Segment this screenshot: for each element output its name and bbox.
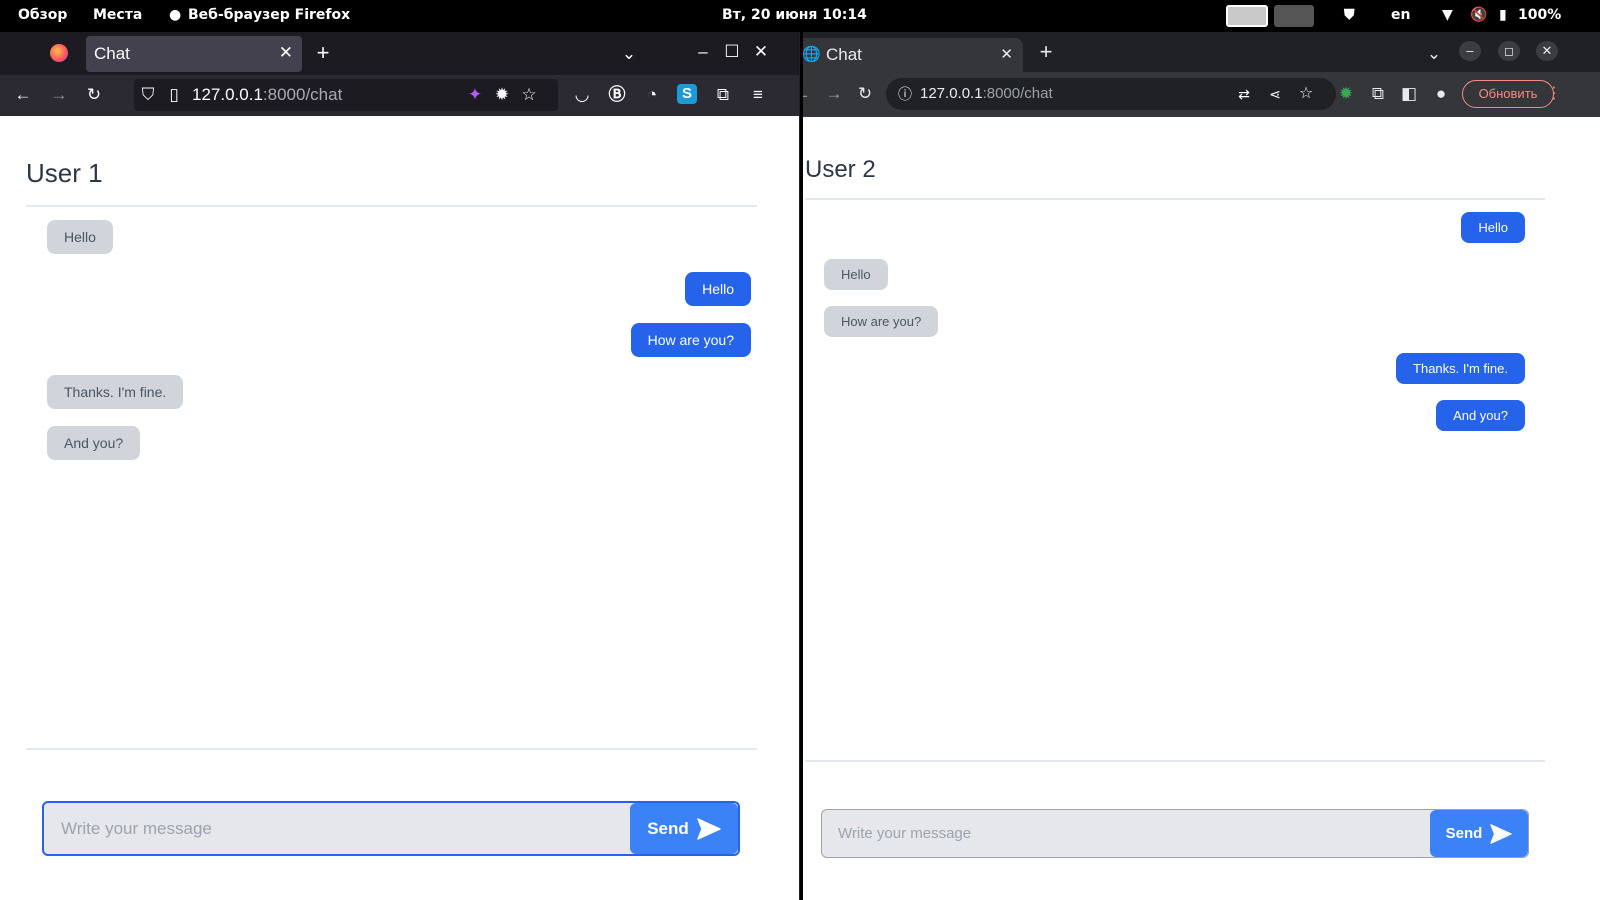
- message-bubble-incoming: Thanks. I'm fine.: [47, 374, 184, 409]
- page-title: User 2: [805, 156, 876, 183]
- globe-icon: 🌐: [803, 46, 821, 63]
- minimize-icon[interactable]: –: [1459, 41, 1481, 61]
- workspace-indicator[interactable]: [1274, 5, 1314, 27]
- message-bubble-outgoing: And you?: [1436, 400, 1525, 431]
- minimize-icon[interactable]: –: [692, 42, 714, 62]
- new-tab-icon[interactable]: +: [312, 42, 334, 64]
- puzzle-icon[interactable]: ⧉: [712, 85, 734, 105]
- shield-icon[interactable]: ⛊: [1344, 7, 1355, 23]
- active-app-menu[interactable]: Веб-браузер Firefox: [188, 7, 350, 23]
- close-window-icon[interactable]: ✕: [750, 42, 772, 62]
- back-icon[interactable]: ←: [12, 85, 34, 105]
- send-arrow-icon: [697, 817, 721, 840]
- reload-icon[interactable]: ↻: [854, 84, 876, 104]
- new-tab-icon[interactable]: +: [1035, 41, 1057, 63]
- puzzle-icon[interactable]: ⧉: [1367, 84, 1389, 104]
- send-label: Send: [1445, 825, 1483, 842]
- wifi-icon[interactable]: ▼: [1442, 7, 1453, 23]
- tab-title: Chat: [94, 44, 130, 63]
- side-panel-icon[interactable]: ◧: [1398, 84, 1420, 104]
- keyboard-layout[interactable]: en: [1391, 7, 1410, 23]
- profile-avatar-icon[interactable]: ●: [1430, 84, 1452, 104]
- chat-page-user2: User 2 Hello Hello How are you? Thanks. I'm…: [803, 117, 1600, 900]
- message-bubble-incoming: Hello: [47, 220, 113, 254]
- mute-icon[interactable]: 🔇: [1470, 7, 1487, 23]
- overview-button[interactable]: Обзор: [18, 7, 67, 23]
- firefox-tab-strip: Chat ✕ + ⌄ – ☐ ✕: [0, 32, 799, 75]
- message-input[interactable]: [822, 810, 1430, 857]
- close-tab-icon[interactable]: ✕: [1000, 45, 1013, 63]
- share-icon[interactable]: ⋖: [1264, 84, 1286, 104]
- send-arrow-icon: [1490, 823, 1513, 844]
- message-bubble-outgoing: How are you?: [630, 323, 751, 357]
- message-form: Send: [42, 801, 740, 856]
- tab-search-icon[interactable]: ⌄: [1423, 44, 1445, 64]
- workspace-indicator-active[interactable]: [1226, 5, 1268, 27]
- chat-page-user1: User 1 Hello Hello How are you? Thanks. I'm…: [0, 116, 799, 900]
- update-button[interactable]: Обновить: [1462, 80, 1554, 108]
- firefox-app-icon: ●: [169, 7, 182, 23]
- chrome-tab-strip: 🌐 Chat ✕ + ⌄ – ◻ ✕: [803, 32, 1600, 72]
- close-window-icon[interactable]: ✕: [1536, 41, 1558, 61]
- bookmark-star-icon[interactable]: ☆: [518, 85, 540, 105]
- clock[interactable]: Вт, 20 июня 10:14: [722, 7, 867, 23]
- forward-icon[interactable]: →: [48, 85, 70, 105]
- extension-bug-icon[interactable]: ✹: [1335, 84, 1357, 104]
- send-label: Send: [647, 818, 689, 838]
- maximize-icon[interactable]: ◻: [1498, 41, 1520, 61]
- pocket-icon[interactable]: ◡: [571, 85, 593, 105]
- bookmark-star-icon[interactable]: ☆: [1295, 84, 1317, 104]
- menu-icon[interactable]: ≡: [747, 85, 769, 105]
- chevron-down-icon[interactable]: ⌄: [618, 44, 640, 64]
- title-divider: [26, 205, 757, 207]
- kebab-menu-icon[interactable]: ⋮: [1543, 84, 1565, 104]
- chrome-tab-active[interactable]: 🌐 Chat ✕: [803, 38, 1023, 72]
- message-bubble-incoming: And you?: [47, 426, 141, 460]
- url-bar[interactable]: ⓘ 127.0.0.1:8000/chat ⇄ ⋖ ☆: [886, 78, 1336, 110]
- send-button[interactable]: Send: [1430, 810, 1528, 857]
- firefox-logo-icon[interactable]: [50, 44, 68, 62]
- footer-divider: [26, 748, 757, 750]
- page-title: User 1: [26, 158, 103, 188]
- firefox-nav-bar: ← → ↻ ⛉ ▯ 127.0.0.1:8000/chat ✦ ✹ ☆ ◡ Ⓑ …: [0, 75, 799, 116]
- battery-level: 100%: [1518, 7, 1562, 23]
- back-icon[interactable]: ←: [803, 84, 813, 104]
- maximize-icon[interactable]: ☐: [721, 42, 743, 62]
- page-icon[interactable]: ▯: [163, 85, 185, 105]
- message-input[interactable]: [44, 803, 634, 854]
- message-bubble-outgoing: Thanks. I'm fine.: [1396, 353, 1525, 384]
- system-top-bar: Обзор Места ● Веб-браузер Firefox Вт, 20…: [0, 0, 1600, 32]
- tab-title: Chat: [826, 45, 862, 64]
- extension-icon[interactable]: ✦: [464, 85, 486, 105]
- chrome-nav-bar: ← → ↻ ⓘ 127.0.0.1:8000/chat ⇄ ⋖ ☆ ✹ ⧉ ◧ …: [803, 72, 1600, 117]
- message-bubble-incoming: Hello: [824, 259, 888, 290]
- send-button[interactable]: Send: [630, 803, 738, 854]
- places-menu[interactable]: Места: [93, 7, 142, 23]
- url-text[interactable]: 127.0.0.1:8000/chat: [920, 85, 1053, 102]
- message-form: Send: [821, 809, 1529, 858]
- message-bubble-outgoing: Hello: [685, 271, 751, 306]
- reload-icon[interactable]: ↻: [83, 85, 105, 105]
- url-text[interactable]: 127.0.0.1:8000/chat: [192, 85, 342, 105]
- firefox-window: Chat ✕ + ⌄ – ☐ ✕ ← → ↻ ⛉ ▯ 127.0.0.1:800…: [0, 32, 800, 900]
- message-bubble-incoming: How are you?: [824, 306, 939, 337]
- tracking-shield-icon[interactable]: ⛉: [137, 85, 159, 105]
- firefox-tab-active[interactable]: Chat ✕: [86, 36, 302, 72]
- close-tab-icon[interactable]: ✕: [279, 43, 293, 63]
- addon-icon[interactable]: ◔: [641, 85, 663, 105]
- title-divider: [805, 198, 1545, 200]
- battery-icon[interactable]: ▮: [1499, 7, 1507, 23]
- account-icon[interactable]: Ⓑ: [606, 85, 628, 105]
- footer-divider: [805, 760, 1545, 762]
- translate-icon[interactable]: ⇄: [1233, 84, 1255, 104]
- forward-icon[interactable]: →: [823, 84, 845, 104]
- chrome-window: 🌐 Chat ✕ + ⌄ – ◻ ✕ ← → ↻ ⓘ 127.0.0.1:800…: [803, 32, 1600, 900]
- site-info-icon[interactable]: ⓘ: [894, 84, 916, 104]
- skype-addon-icon[interactable]: S: [677, 84, 697, 104]
- bug-icon[interactable]: ✹: [491, 85, 513, 105]
- url-bar[interactable]: ⛉ ▯ 127.0.0.1:8000/chat ✦ ✹ ☆: [134, 79, 558, 111]
- message-bubble-outgoing: Hello: [1461, 212, 1525, 243]
